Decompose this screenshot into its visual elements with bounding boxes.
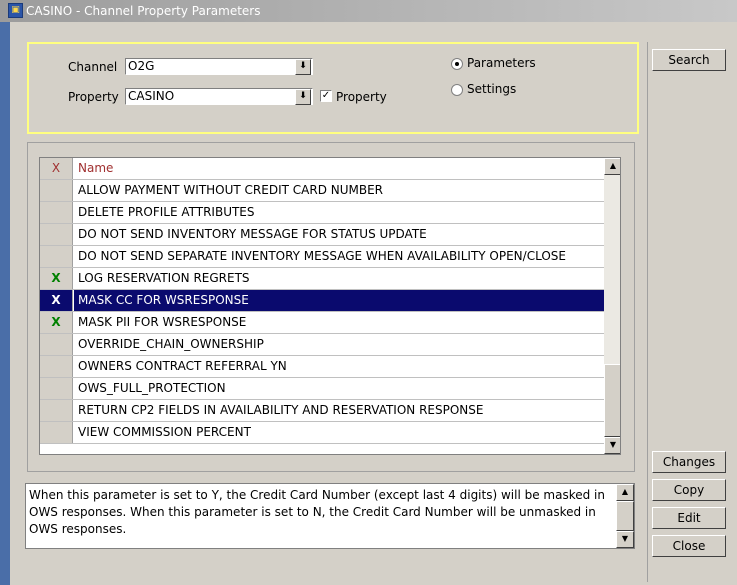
table-row[interactable]: DELETE PROFILE ATTRIBUTES bbox=[40, 202, 604, 224]
row-check[interactable] bbox=[40, 400, 73, 421]
row-check[interactable] bbox=[40, 378, 73, 399]
property-value: CASINO bbox=[128, 89, 175, 103]
row-check[interactable] bbox=[40, 422, 73, 443]
settings-radio-label: Settings bbox=[467, 82, 517, 96]
row-name[interactable]: OWS_FULL_PROTECTION bbox=[74, 378, 604, 399]
table-row[interactable]: VIEW COMMISSION PERCENT bbox=[40, 422, 604, 444]
table-row[interactable]: OVERRIDE_CHAIN_OWNERSHIP bbox=[40, 334, 604, 356]
scroll-thumb[interactable] bbox=[616, 501, 634, 531]
settings-radio[interactable] bbox=[451, 84, 463, 96]
row-check[interactable]: X bbox=[40, 312, 73, 333]
row-name[interactable]: DELETE PROFILE ATTRIBUTES bbox=[74, 202, 604, 223]
scroll-up-icon[interactable]: ▲ bbox=[604, 158, 620, 175]
search-button[interactable]: Search bbox=[652, 49, 726, 71]
table-row-selected[interactable]: X MASK CC FOR WSRESPONSE bbox=[40, 290, 604, 312]
row-name[interactable]: VIEW COMMISSION PERCENT bbox=[74, 422, 604, 443]
edit-button[interactable]: Edit bbox=[652, 507, 726, 529]
property-checkbox[interactable]: ✓ bbox=[320, 90, 332, 102]
grid-vertical-scrollbar[interactable]: ▲ ▼ bbox=[604, 158, 620, 454]
description-scrollbar[interactable]: ▲ ▼ bbox=[616, 484, 634, 548]
channel-value: O2G bbox=[128, 59, 155, 73]
table-row[interactable]: ALLOW PAYMENT WITHOUT CREDIT CARD NUMBER bbox=[40, 180, 604, 202]
parameters-grid: X Name ALLOW PAYMENT WITHOUT CREDIT CARD… bbox=[39, 157, 621, 455]
property-combo[interactable]: CASINO ⬇ bbox=[125, 88, 313, 105]
row-name[interactable]: DO NOT SEND INVENTORY MESSAGE FOR STATUS… bbox=[74, 224, 604, 245]
table-row[interactable]: X LOG RESERVATION REGRETS bbox=[40, 268, 604, 290]
row-check[interactable] bbox=[40, 356, 73, 377]
scroll-down-icon[interactable]: ▼ bbox=[616, 531, 634, 548]
row-check[interactable] bbox=[40, 180, 73, 201]
changes-button[interactable]: Changes bbox=[652, 451, 726, 473]
table-row[interactable]: RETURN CP2 FIELDS IN AVAILABILITY AND RE… bbox=[40, 400, 604, 422]
description-text: When this parameter is set to Y, the Cre… bbox=[29, 488, 605, 536]
filter-panel: Channel O2G ⬇ Property CASINO ⬇ ✓ Proper… bbox=[27, 42, 639, 134]
action-panel: Search Changes Copy Edit Close bbox=[647, 42, 730, 582]
channel-dropdown-arrow-icon[interactable]: ⬇ bbox=[295, 59, 311, 75]
window-title: CASINO - Channel Property Parameters bbox=[26, 4, 261, 18]
grid-header: X Name bbox=[40, 158, 604, 180]
row-name[interactable]: RETURN CP2 FIELDS IN AVAILABILITY AND RE… bbox=[74, 400, 604, 421]
parameters-radio[interactable] bbox=[451, 58, 463, 70]
description-box[interactable]: When this parameter is set to Y, the Cre… bbox=[25, 483, 635, 549]
window-left-edge bbox=[0, 22, 10, 585]
property-checkbox-label: Property bbox=[336, 90, 387, 104]
close-button[interactable]: Close bbox=[652, 535, 726, 557]
grid-header-x[interactable]: X bbox=[40, 158, 73, 179]
copy-button[interactable]: Copy bbox=[652, 479, 726, 501]
row-name[interactable]: MASK CC FOR WSRESPONSE bbox=[74, 290, 604, 311]
grid-header-name[interactable]: Name bbox=[78, 158, 113, 179]
table-row[interactable]: DO NOT SEND SEPARATE INVENTORY MESSAGE W… bbox=[40, 246, 604, 268]
row-name[interactable]: OWNERS CONTRACT REFERRAL YN bbox=[74, 356, 604, 377]
row-check[interactable]: X bbox=[40, 290, 73, 311]
table-row[interactable]: DO NOT SEND INVENTORY MESSAGE FOR STATUS… bbox=[40, 224, 604, 246]
row-check[interactable] bbox=[40, 224, 73, 245]
row-check[interactable] bbox=[40, 246, 73, 267]
scroll-thumb[interactable] bbox=[604, 364, 620, 437]
hotel-app-icon[interactable]: ▣ bbox=[8, 3, 23, 18]
parameters-radio-label: Parameters bbox=[467, 56, 536, 70]
row-name[interactable]: OVERRIDE_CHAIN_OWNERSHIP bbox=[74, 334, 604, 355]
table-row[interactable]: OWS_FULL_PROTECTION bbox=[40, 378, 604, 400]
title-bar: ▣ CASINO - Channel Property Parameters bbox=[0, 0, 737, 22]
table-row[interactable]: OWNERS CONTRACT REFERRAL YN bbox=[40, 356, 604, 378]
row-name[interactable]: LOG RESERVATION REGRETS bbox=[74, 268, 604, 289]
scroll-down-icon[interactable]: ▼ bbox=[604, 437, 620, 454]
property-label: Property bbox=[68, 90, 119, 104]
row-name[interactable]: MASK PII FOR WSRESPONSE bbox=[74, 312, 604, 333]
row-check[interactable] bbox=[40, 334, 73, 355]
row-name[interactable]: DO NOT SEND SEPARATE INVENTORY MESSAGE W… bbox=[74, 246, 604, 267]
scroll-up-icon[interactable]: ▲ bbox=[616, 484, 634, 501]
table-row[interactable]: X MASK PII FOR WSRESPONSE bbox=[40, 312, 604, 334]
main-area: Channel O2G ⬇ Property CASINO ⬇ ✓ Proper… bbox=[10, 22, 737, 585]
parameters-grid-panel: X Name ALLOW PAYMENT WITHOUT CREDIT CARD… bbox=[27, 142, 635, 472]
row-name[interactable]: ALLOW PAYMENT WITHOUT CREDIT CARD NUMBER bbox=[74, 180, 604, 201]
row-check[interactable] bbox=[40, 202, 73, 223]
row-check[interactable]: X bbox=[40, 268, 73, 289]
channel-label: Channel bbox=[68, 60, 118, 74]
channel-combo[interactable]: O2G ⬇ bbox=[125, 58, 313, 75]
property-dropdown-arrow-icon[interactable]: ⬇ bbox=[295, 89, 311, 105]
